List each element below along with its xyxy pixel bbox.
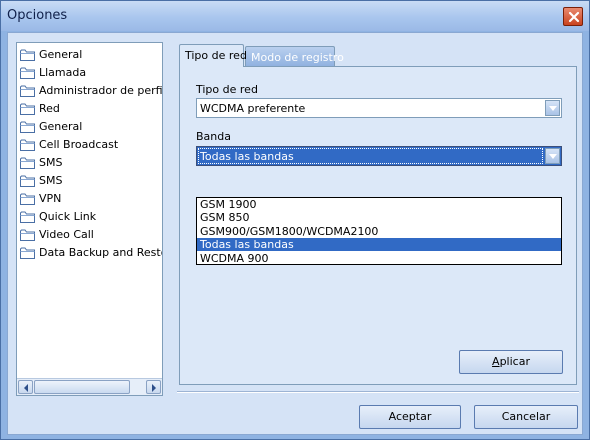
tree-item[interactable]: Data Backup and Restora: [17, 244, 162, 262]
folder-icon: [20, 157, 35, 169]
tree-item-label: General: [39, 48, 83, 61]
tab-modo-de-registro[interactable]: Modo de registro: [245, 46, 344, 67]
folder-icon: [20, 139, 35, 151]
tree-item-label: SMS: [39, 174, 63, 187]
tree-item[interactable]: Quick Link: [17, 208, 162, 226]
tree-item[interactable]: Video Call: [17, 226, 162, 244]
close-button[interactable]: [563, 7, 583, 26]
options-tree[interactable]: General Llamada Administrador de perfiles R…: [16, 42, 163, 396]
arrow-left-icon: [24, 384, 28, 392]
tree-list: General Llamada Administrador de perfiles R…: [17, 46, 162, 262]
band-dropdown-list[interactable]: GSM 1900 GSM 850 GSM900/GSM1800/WCDMA2100 T…: [196, 197, 562, 265]
band-option[interactable]: GSM 1900: [197, 198, 561, 211]
band-label: Banda: [196, 130, 231, 143]
scroll-thumb[interactable]: [34, 380, 130, 394]
apply-button[interactable]: Aplicar: [459, 350, 563, 374]
network-type-dropdown-button[interactable]: [545, 100, 560, 116]
title-bar[interactable]: Opciones: [1, 1, 589, 31]
band-value: Todas las bandas: [200, 150, 294, 163]
options-dialog: Opciones General Llamada Administrador de …: [0, 0, 590, 440]
folder-icon: [20, 211, 35, 223]
tree-item[interactable]: Red: [17, 100, 162, 118]
dialog-client-area: General Llamada Administrador de perfiles R…: [7, 32, 583, 435]
apply-mnemonic: A: [492, 355, 500, 368]
network-type-value: WCDMA preferente: [200, 102, 306, 115]
chevron-down-icon: [549, 106, 557, 111]
network-type-select[interactable]: WCDMA preferente: [196, 98, 562, 118]
scroll-right-button[interactable]: [146, 380, 161, 394]
folder-icon: [20, 121, 35, 133]
band-option[interactable]: Todas las bandas: [197, 238, 561, 252]
tree-item[interactable]: VPN: [17, 190, 162, 208]
tree-item[interactable]: General: [17, 118, 162, 136]
tree-item-label: Quick Link: [39, 210, 97, 223]
band-option[interactable]: GSM 850: [197, 211, 561, 224]
tab-panel: Tipo de red WCDMA preferente Banda Todas…: [179, 66, 577, 385]
tree-item[interactable]: SMS: [17, 154, 162, 172]
folder-icon: [20, 49, 35, 61]
folder-icon: [20, 229, 35, 241]
band-select[interactable]: Todas las bandas: [196, 146, 562, 166]
cancel-button[interactable]: Cancelar: [474, 405, 578, 429]
folder-icon: [20, 193, 35, 205]
tree-item[interactable]: Cell Broadcast: [17, 136, 162, 154]
tree-item-label: Llamada: [39, 66, 87, 79]
tree-item-label: General: [39, 120, 83, 133]
band-option[interactable]: GSM900/GSM1800/WCDMA2100: [197, 225, 561, 238]
tree-item-label: Administrador de perfiles: [39, 84, 163, 97]
tree-item-label: VPN: [39, 192, 62, 205]
folder-icon: [20, 85, 35, 97]
band-dropdown-button[interactable]: [545, 148, 560, 164]
tree-item-label: Cell Broadcast: [39, 138, 119, 151]
tree-item-label: SMS: [39, 156, 63, 169]
folder-icon: [20, 247, 35, 259]
scroll-left-button[interactable]: [18, 380, 33, 394]
close-icon: [568, 11, 580, 23]
chevron-down-icon: [549, 154, 557, 159]
arrow-right-icon: [152, 384, 156, 392]
tree-item[interactable]: Administrador de perfiles: [17, 82, 162, 100]
band-option[interactable]: WCDMA 900: [197, 252, 561, 265]
tab-tipo-de-red[interactable]: Tipo de red: [179, 44, 247, 67]
tree-item-label: Video Call: [39, 228, 94, 241]
tree-item[interactable]: SMS: [17, 172, 162, 190]
tree-item-label: Data Backup and Restora: [39, 246, 162, 259]
button-divider: [177, 391, 579, 393]
tree-item[interactable]: Llamada: [17, 64, 162, 82]
folder-icon: [20, 67, 35, 79]
network-type-label: Tipo de red: [196, 83, 258, 96]
ok-button[interactable]: Aceptar: [359, 405, 461, 429]
window-title: Opciones: [7, 8, 68, 23]
tree-item-label: Red: [39, 102, 60, 115]
tree-item[interactable]: General: [17, 46, 162, 64]
folder-icon: [20, 103, 35, 115]
horizontal-scrollbar[interactable]: [17, 378, 162, 395]
apply-label: plicar: [499, 355, 530, 368]
folder-icon: [20, 175, 35, 187]
